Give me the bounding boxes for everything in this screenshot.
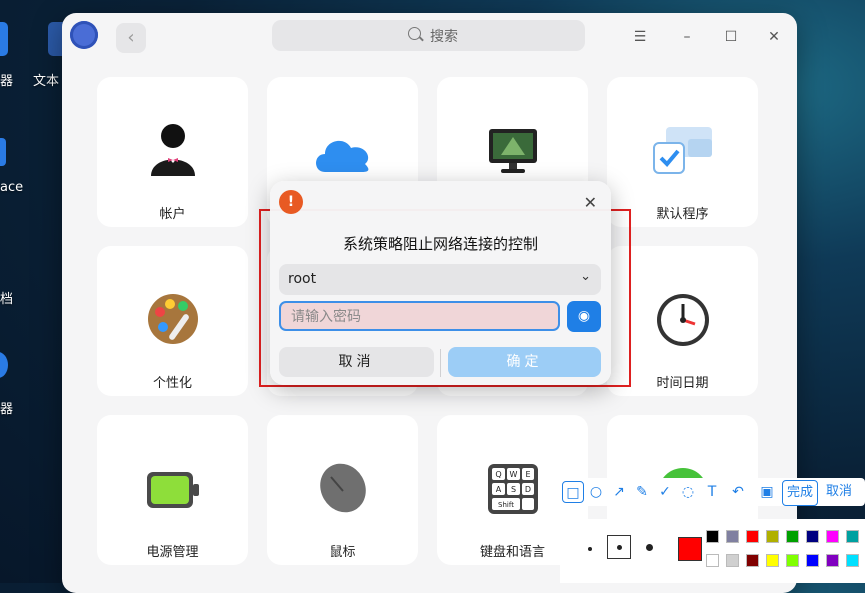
user-select[interactable]: root ⌄ — [279, 264, 601, 295]
tile-mouse[interactable]: 鼠标 — [267, 415, 418, 565]
color-swatch[interactable] — [726, 554, 739, 567]
desktop-folder-icon[interactable] — [0, 138, 6, 166]
titlebar: ‹ 搜索 ☰ – ☐ ✕ — [62, 13, 797, 61]
color-swatch[interactable] — [766, 554, 779, 567]
control-center-logo-icon — [70, 21, 98, 49]
menu-button[interactable]: ☰ — [630, 27, 650, 47]
key-s: S — [510, 485, 515, 494]
desktop-app-icon[interactable] — [0, 22, 8, 56]
size-medium-dot — [617, 545, 622, 550]
color-palette — [560, 519, 865, 583]
display-icon — [488, 129, 537, 173]
clock-icon — [656, 294, 709, 346]
text-icon[interactable]: T — [701, 481, 723, 503]
search-icon — [408, 27, 421, 40]
color-swatch[interactable] — [746, 530, 759, 543]
desktop-browser-label: 器 — [0, 402, 14, 417]
rectangle-icon[interactable]: □ — [562, 481, 584, 503]
tile-default-apps[interactable]: 默认程序 — [607, 77, 758, 227]
color-swatch[interactable] — [846, 554, 859, 567]
palette-icon — [147, 294, 198, 344]
selected-color-swatch — [678, 537, 702, 561]
color-swatch[interactable] — [786, 554, 799, 567]
arrow-icon[interactable]: ↗ — [608, 481, 630, 503]
cloud-icon — [315, 140, 368, 172]
color-swatch[interactable] — [706, 554, 719, 567]
password-field[interactable] — [279, 301, 560, 331]
desktop-browser-icon[interactable] — [0, 352, 8, 378]
search-input[interactable]: 搜索 — [272, 20, 585, 51]
close-button[interactable]: ✕ — [764, 27, 784, 47]
save-icon[interactable]: ▣ — [756, 481, 778, 503]
color-swatch[interactable] — [806, 554, 819, 567]
marker-icon[interactable]: ✓ — [654, 481, 676, 503]
dialog-title: 系统策略阻止网络连接的控制 — [342, 235, 538, 253]
chevron-down-icon: ⌄ — [580, 269, 591, 284]
desktop-text-editor-label: 文本 — [33, 74, 60, 89]
key-q: Q — [495, 470, 501, 479]
color-swatch[interactable] — [826, 554, 839, 567]
maximize-button[interactable]: ☐ — [721, 27, 741, 47]
ellipse-icon[interactable]: ○ — [585, 481, 607, 503]
size-large-option[interactable] — [646, 544, 653, 551]
pen-icon[interactable]: ✎ — [631, 481, 653, 503]
tile-power[interactable]: 电源管理 — [97, 415, 248, 565]
size-medium-option[interactable] — [607, 535, 631, 559]
screenshot-toolbar: □ ○ ↗ ✎ ✓ ◌ T ↶ ▣ 完成 取消 — [560, 478, 865, 506]
color-swatch[interactable] — [746, 554, 759, 567]
tile-accounts[interactable]: 帐户 — [97, 77, 248, 227]
color-swatch[interactable] — [726, 530, 739, 543]
color-swatch[interactable] — [826, 530, 839, 543]
key-w: W — [509, 470, 517, 479]
desktop-document-label: 档 — [0, 292, 14, 307]
color-swatch[interactable] — [766, 530, 779, 543]
done-button[interactable]: 完成 — [782, 480, 819, 506]
key-shift: Shift — [498, 501, 514, 509]
tile-label: 个性化 — [152, 376, 192, 391]
back-button[interactable]: ‹ — [116, 23, 146, 53]
default-apps-icon — [652, 127, 712, 174]
shield-icon: ! — [279, 190, 303, 214]
search-placeholder: 搜索 — [430, 29, 458, 45]
confirm-button[interactable]: 确定 — [448, 347, 601, 377]
user-select-value: root — [288, 271, 317, 287]
dialog-close-button[interactable]: ✕ — [584, 193, 597, 212]
blur-icon[interactable]: ◌ — [677, 481, 699, 503]
cancel-button[interactable]: 取消 — [279, 347, 434, 377]
cancel-capture-button[interactable]: 取消 — [822, 480, 856, 504]
tile-label: 电源管理 — [146, 545, 199, 560]
color-swatch[interactable] — [806, 530, 819, 543]
color-swatch[interactable] — [846, 530, 859, 543]
tile-label: 鼠标 — [329, 545, 356, 560]
keyboard-icon: Q W E A S D Shift — [487, 464, 538, 514]
mouse-icon — [319, 463, 366, 513]
size-small-option[interactable] — [588, 547, 592, 551]
battery-icon — [146, 472, 199, 508]
eye-icon: ◉ — [577, 308, 591, 324]
key-d: D — [524, 485, 530, 494]
color-swatch[interactable] — [786, 530, 799, 543]
desktop-folder-label: ace — [0, 180, 24, 195]
color-swatch[interactable] — [706, 530, 719, 543]
desktop-app-label: 器 — [0, 74, 14, 89]
undo-icon[interactable]: ↶ — [727, 481, 749, 503]
key-a: A — [495, 485, 501, 494]
password-input[interactable] — [289, 308, 553, 326]
tile-personalization[interactable]: 个性化 — [97, 246, 248, 396]
account-icon — [150, 124, 195, 176]
tile-label: 帐户 — [159, 207, 186, 222]
button-divider — [440, 349, 441, 377]
auth-dialog: ! ✕ 系统策略阻止网络连接的控制 root ⌄ ◉ 取消 确定 — [270, 181, 611, 385]
minimize-button[interactable]: – — [677, 27, 697, 47]
key-e: E — [525, 470, 530, 479]
show-password-button[interactable]: ◉ — [567, 301, 601, 332]
